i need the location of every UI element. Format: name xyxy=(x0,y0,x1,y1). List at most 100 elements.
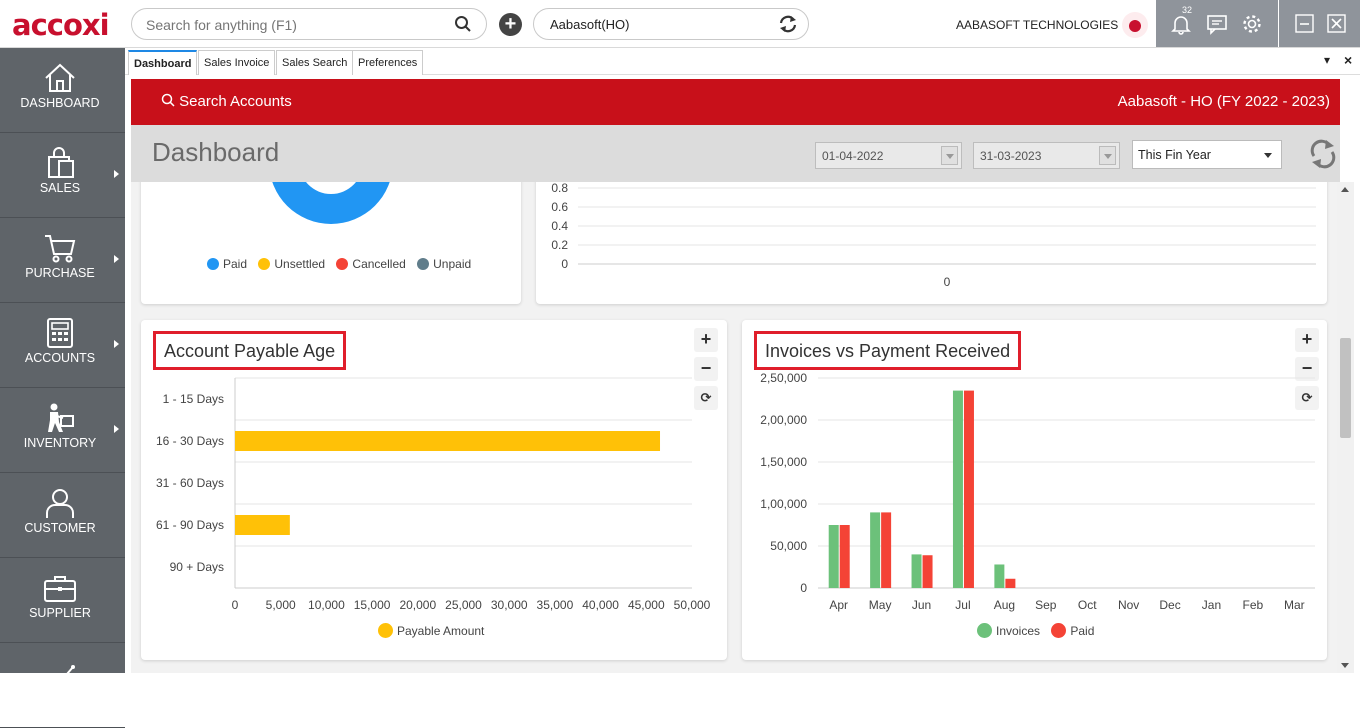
empty-chart-card: 0.8 0.6 0.4 0.2 0 0 xyxy=(536,182,1327,304)
switch-branch-icon[interactable] xyxy=(778,15,798,38)
x-tick-label: 30,000 xyxy=(491,598,528,612)
y-tick-label: 0 xyxy=(800,581,807,595)
sidebar-item-label: SUPPLIER xyxy=(29,606,91,620)
tab-dropdown-icon[interactable]: ▾ xyxy=(1324,53,1330,67)
y-tick-label: 1,50,000 xyxy=(760,455,807,469)
sidebar-item-inventory[interactable]: INVENTORY xyxy=(0,388,125,473)
sidebar-item-reports[interactable] xyxy=(0,643,125,728)
legend-unpaid[interactable]: Unpaid xyxy=(417,257,471,271)
bar-invoices xyxy=(911,554,922,588)
x-tick-label: 0 xyxy=(944,275,951,289)
x-tick-label: 35,000 xyxy=(537,598,574,612)
payable-legend[interactable]: Payable Amount xyxy=(378,623,484,638)
x-tick-label: Mar xyxy=(1284,598,1305,612)
chevron-down-icon[interactable] xyxy=(1099,146,1116,165)
sidebar-item-supplier[interactable]: SUPPLIER xyxy=(0,558,125,643)
scroll-up-icon[interactable] xyxy=(1341,187,1349,192)
to-date-field[interactable]: 31-03-2023 xyxy=(973,142,1120,169)
bell-icon[interactable] xyxy=(1170,13,1192,35)
person-icon xyxy=(43,487,77,519)
legend-paid[interactable]: Paid xyxy=(207,257,247,271)
scrollbar-thumb[interactable] xyxy=(1340,338,1351,438)
x-tick-label: Apr xyxy=(829,598,848,612)
global-search-input[interactable] xyxy=(146,15,446,35)
close-window-icon[interactable] xyxy=(1326,13,1348,35)
zoom-in-button[interactable]: + xyxy=(694,328,718,352)
sidebar-item-label: CUSTOMER xyxy=(24,521,96,535)
y-tick-label: 2,50,000 xyxy=(760,371,807,385)
dashboard-content: Paid Unsettled Cancelled Unpaid 0.8 0.6 … xyxy=(131,182,1337,673)
dashboard-toolbar: Dashboard 01-04-2022 31-03-2023 This Fin… xyxy=(131,125,1340,182)
sidebar-item-label: PURCHASE xyxy=(25,266,95,280)
tab-sales-invoice[interactable]: Sales Invoice xyxy=(198,50,276,75)
search-icon xyxy=(161,93,175,107)
y-tick-label: 0 xyxy=(561,257,568,271)
home-icon xyxy=(43,62,77,94)
y-tick-label: 0.2 xyxy=(551,238,568,252)
bar-paid xyxy=(922,555,933,588)
search-icon[interactable] xyxy=(454,15,472,38)
account-payable-age-card: Account Payable Age + − ⟳ 1 - 15 Days 16 … xyxy=(141,320,727,660)
bar-paid xyxy=(963,390,974,588)
card-title: Invoices vs Payment Received xyxy=(754,331,1022,370)
legend-paid[interactable]: Paid xyxy=(1051,623,1094,638)
bar-invoices xyxy=(828,525,839,588)
invoice-status-card: Paid Unsettled Cancelled Unpaid xyxy=(141,182,521,304)
x-tick-label: 20,000 xyxy=(399,598,436,612)
x-tick-label: 5,000 xyxy=(266,598,296,612)
sidebar-item-purchase[interactable]: PURCHASE xyxy=(0,218,125,303)
x-tick-label: 10,000 xyxy=(308,598,345,612)
chevron-down-icon[interactable] xyxy=(941,146,958,165)
y-tick-label: 1 - 15 Days xyxy=(163,392,224,406)
zoom-in-button[interactable]: + xyxy=(1295,328,1319,352)
legend-cancelled[interactable]: Cancelled xyxy=(336,257,406,271)
user-avatar[interactable] xyxy=(1122,12,1148,38)
bar-payable xyxy=(235,515,290,535)
chevron-right-icon xyxy=(114,170,119,178)
invoices-legend: Invoices Paid xyxy=(977,623,1102,638)
y-tick-label: 50,000 xyxy=(770,539,807,553)
sidebar-item-accounts[interactable]: ACCOUNTS xyxy=(0,303,125,388)
y-tick-label: 31 - 60 Days xyxy=(156,476,224,490)
search-accounts-link[interactable]: Search Accounts xyxy=(161,93,292,110)
chevron-right-icon xyxy=(114,255,119,263)
minimize-icon[interactable] xyxy=(1294,13,1316,35)
from-date-value: 01-04-2022 xyxy=(822,149,884,163)
period-select[interactable]: This Fin Year xyxy=(1132,140,1282,169)
sidebar-item-sales[interactable]: SALES xyxy=(0,133,125,218)
sidebar-item-label: INVENTORY xyxy=(23,436,97,450)
page-scrollbar[interactable] xyxy=(1337,182,1354,673)
x-tick-label: 15,000 xyxy=(354,598,391,612)
add-new-button[interactable]: + xyxy=(499,13,522,36)
app-logo[interactable]: accoxi xyxy=(12,8,110,42)
y-tick-label: 2,00,000 xyxy=(760,413,807,427)
tab-preferences[interactable]: Preferences xyxy=(352,50,424,75)
y-tick-label: 0.8 xyxy=(551,182,568,195)
x-tick-label: Nov xyxy=(1118,598,1139,612)
gear-icon[interactable] xyxy=(1241,13,1263,35)
company-switcher[interactable]: AABASOFT TECHNOLOGIES xyxy=(956,18,1129,32)
worker-box-icon xyxy=(43,402,77,434)
refresh-icon[interactable] xyxy=(1309,138,1337,175)
from-date-field[interactable]: 01-04-2022 xyxy=(815,142,962,169)
legend-unsettled[interactable]: Unsettled xyxy=(258,257,325,271)
y-tick-label: 1,00,000 xyxy=(760,497,807,511)
y-tick-label: 16 - 30 Days xyxy=(156,434,224,448)
sidebar-item-dashboard[interactable]: DASHBOARD xyxy=(0,48,125,133)
legend-invoices[interactable]: Invoices xyxy=(977,623,1040,638)
sidebar-item-customer[interactable]: CUSTOMER xyxy=(0,473,125,558)
message-icon[interactable] xyxy=(1206,13,1228,35)
tab-dashboard[interactable]: Dashboard xyxy=(128,50,198,75)
global-search[interactable] xyxy=(131,8,487,40)
close-tab-icon[interactable]: × xyxy=(1344,52,1352,68)
tab-sales-search[interactable]: Sales Search xyxy=(276,50,354,75)
notification-count: 32 xyxy=(1182,5,1193,15)
x-tick-label: 0 xyxy=(232,598,239,612)
company-name: AABASOFT TECHNOLOGIES xyxy=(956,18,1119,32)
scroll-down-icon[interactable] xyxy=(1341,663,1349,668)
shopping-bag-icon xyxy=(43,147,77,179)
branch-selector[interactable]: Aabasoft(HO) xyxy=(533,8,809,40)
x-tick-label: 25,000 xyxy=(445,598,482,612)
search-accounts-label: Search Accounts xyxy=(179,93,292,110)
briefcase-icon xyxy=(43,572,77,604)
